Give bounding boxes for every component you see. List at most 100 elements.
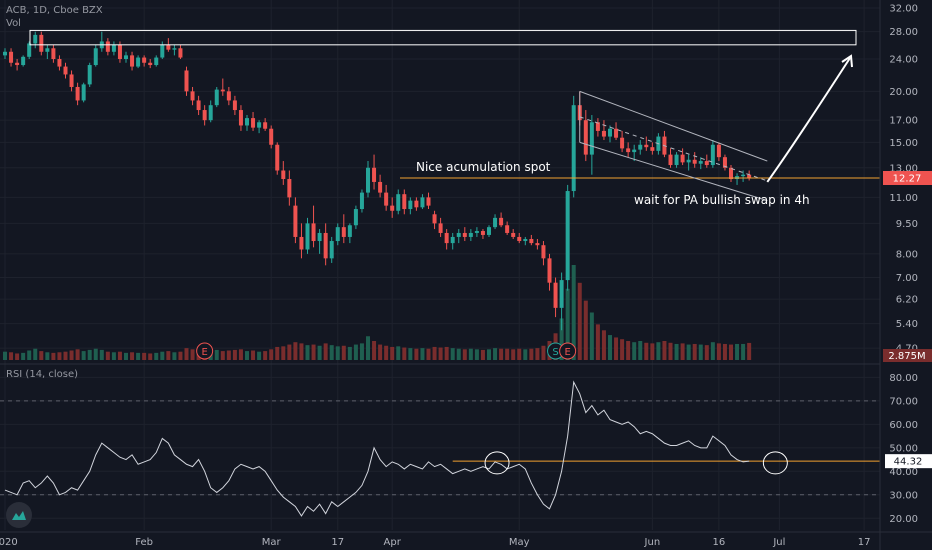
candle-body: [111, 44, 116, 52]
time-tick-label: Jun: [644, 537, 661, 548]
candle-body: [293, 205, 298, 237]
tradingview-logo-icon[interactable]: [6, 502, 32, 528]
volume-bar: [686, 344, 691, 360]
candle-body: [269, 128, 274, 145]
volume-bar: [281, 346, 286, 360]
candle-body: [517, 236, 522, 242]
volume-bar: [142, 352, 147, 360]
event-marker-label: E: [201, 347, 207, 358]
candle-body: [408, 200, 413, 210]
candle-body: [341, 227, 346, 237]
rsi-tick-label: 50.00: [889, 443, 918, 454]
price-tick-label: 7.00: [896, 273, 918, 284]
volume-bar: [178, 351, 183, 360]
volume-bar: [69, 350, 74, 360]
volume-badge-text: 2.875M: [888, 351, 925, 362]
volume-bar: [220, 351, 225, 360]
candle-body: [541, 245, 546, 259]
volume-bar: [420, 348, 425, 360]
candle-body: [438, 223, 443, 233]
candle-body: [21, 56, 26, 66]
volume-bar: [729, 344, 733, 360]
candle-body: [444, 232, 449, 244]
volume-bar: [396, 346, 401, 360]
volume-bar: [117, 351, 122, 360]
volume-bar: [462, 349, 467, 360]
volume-bar: [105, 351, 110, 360]
volume-bar: [172, 352, 177, 360]
rsi-legend[interactable]: RSI (14, close): [6, 369, 78, 380]
candle-body: [535, 243, 540, 246]
volume-bar: [226, 350, 231, 360]
volume-bar: [372, 341, 377, 360]
rsi-tick-label: 40.00: [889, 467, 918, 478]
time-tick-label: 17: [858, 537, 871, 548]
volume-bar: [323, 343, 328, 360]
candle-body: [529, 238, 534, 244]
candle-body: [608, 128, 612, 137]
volume-bar: [541, 345, 546, 360]
volume-bar: [680, 343, 685, 360]
volume-bar: [130, 352, 135, 360]
volume-bar: [390, 346, 395, 360]
candle-body: [614, 128, 619, 138]
volume-bar: [245, 351, 249, 360]
candle-body: [347, 225, 352, 237]
candle-body: [547, 258, 552, 283]
candle-body: [698, 161, 703, 164]
volume-bar: [287, 344, 292, 360]
volume-bar: [668, 342, 673, 360]
candle-body: [172, 48, 177, 50]
volume-bar: [384, 345, 389, 360]
candle-body: [323, 232, 328, 259]
candle-body: [281, 170, 286, 180]
symbol-legend[interactable]: ACB, 1D, Cboe BZX: [6, 5, 103, 16]
volume-bar: [378, 344, 383, 360]
volume-bar: [87, 349, 92, 360]
volume-bar: [474, 349, 479, 360]
volume-bar: [402, 347, 407, 360]
candle-body: [692, 159, 697, 164]
volume-bar: [166, 351, 171, 360]
chart-canvas[interactable]: Nice acumulation spot wait for PA bullish…: [0, 0, 932, 550]
chart-background: [0, 0, 932, 550]
time-tick-label: 2020: [0, 537, 18, 548]
candle-body: [220, 89, 225, 92]
candle-body: [686, 159, 691, 163]
candle-body: [208, 105, 213, 121]
volume-bar: [626, 341, 631, 360]
candle-body: [51, 48, 56, 60]
candle-body: [626, 148, 631, 153]
volume-bar: [505, 348, 510, 360]
rsi-tick-label: 60.00: [889, 420, 918, 431]
volume-bar: [741, 343, 746, 360]
candle-body: [117, 44, 122, 60]
candle-body: [353, 209, 358, 226]
candle-body: [565, 191, 570, 281]
candle-body: [214, 89, 219, 106]
candle-body: [426, 197, 431, 206]
candle-body: [390, 205, 395, 211]
rsi-tick-label: 70.00: [889, 396, 918, 407]
candle-body: [245, 118, 249, 126]
volume-bar: [722, 343, 727, 360]
candle-body: [505, 225, 510, 233]
price-tick-label: 8.00: [896, 249, 918, 260]
volume-bar: [577, 282, 582, 360]
volume-bar: [63, 351, 68, 360]
volume-legend[interactable]: Vol: [6, 18, 21, 29]
volume-bar: [184, 348, 189, 360]
candle-body: [75, 86, 80, 101]
volume-bar: [614, 337, 619, 360]
time-tick-label: Jul: [772, 537, 785, 548]
candle-body: [87, 65, 92, 85]
candle-body: [487, 227, 491, 235]
volume-bar: [692, 343, 697, 360]
candle-body: [402, 194, 407, 210]
volume-bar: [456, 348, 461, 360]
volume-bar: [305, 345, 310, 360]
volume-bar: [335, 346, 340, 360]
volume-bar: [480, 349, 485, 360]
candle-body: [396, 194, 401, 211]
volume-bar: [111, 352, 116, 360]
